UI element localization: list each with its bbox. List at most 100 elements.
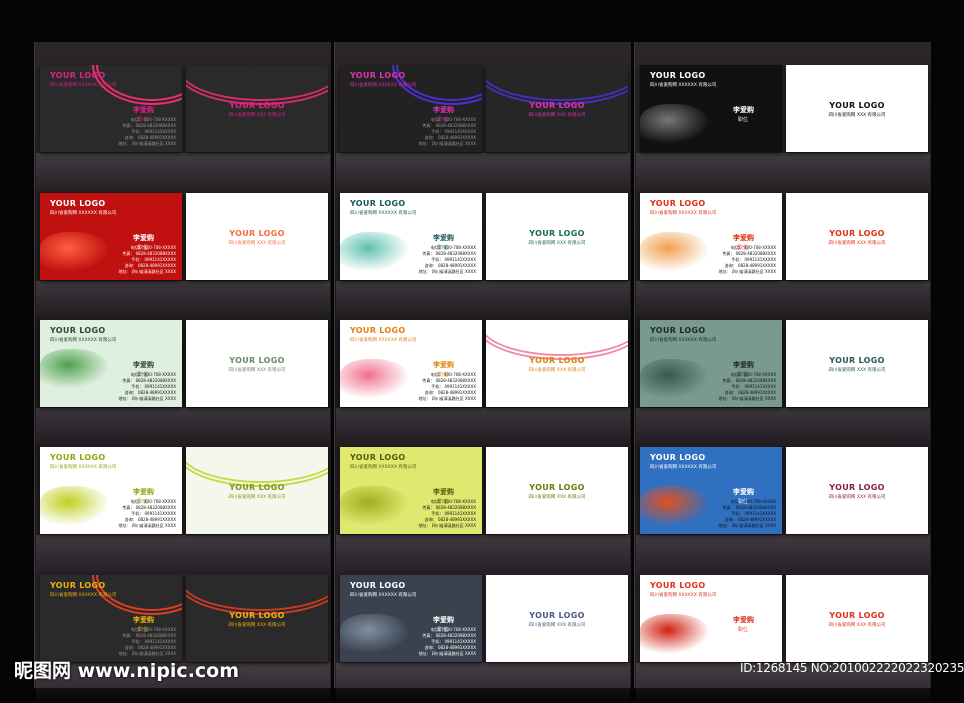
card-front: YOUR LOGO 四川省爱购网 XXXXXX 有限公司 李爱购 职位 电话： 400-… [340,575,482,662]
card-back: YOUR LOGO 四川省爱购网 XXX 有限公司 [786,575,928,662]
card-company: 四川省爱购网 XXXXXX 有限公司 [50,338,117,343]
card-back: YOUR LOGO 四川省爱购网 XXX 有限公司 [186,193,328,280]
card-logo: YOUR LOGO [650,71,706,80]
card-logo: YOUR LOGO [650,326,706,335]
pattern-decoration [186,575,328,615]
image-decoration [640,486,710,526]
card-front: YOUR LOGO 四川省爱购网 XXXXXX 有限公司 李爱购 职位 电话： 400-… [40,65,182,152]
image-decoration [40,349,110,389]
card-company: 四川省爱购网 XXXXXX 有限公司 [350,83,417,88]
image-decoration [340,614,410,654]
reflection [36,153,330,193]
card-logo: YOUR LOGO [350,199,406,208]
reflection [336,663,630,703]
contact-line: 地址： 四川省清溪路社区 XXXX [718,523,776,528]
card-back-logo: YOUR LOGO [229,356,285,365]
card-front: YOUR LOGO 四川省爱购网 XXXXXX 有限公司 李爱购 职位 电话： 400-… [40,575,182,662]
card-name: 李爱购 [133,361,154,369]
card-name: 李爱购 [433,616,454,624]
card-back-logo: YOUR LOGO [229,229,285,238]
card-back-logo: YOUR LOGO [829,356,885,365]
card-back-logo: YOUR LOGO [829,483,885,492]
card-contacts: 电话： 400-708-XXXXX 传真： 0828-4832088XXXX 手机：… [418,117,476,147]
card-company: 四川省爱购网 XXXXXX 有限公司 [50,83,117,88]
card-back-logo: YOUR LOGO [229,101,285,110]
card-company: 四川省爱购网 XXXXXX 有限公司 [650,338,717,343]
card-company: 四川省爱购网 XXXXXX 有限公司 [350,593,417,598]
card-company: 四川省爱购网 XXXXXX 有限公司 [50,593,117,598]
card-back: YOUR LOGO 四川省爱购网 XXX 有限公司 [186,320,328,407]
card-back-company: 四川省爱购网 XXX 有限公司 [228,113,286,118]
card-back-company: 四川省爱购网 XXX 有限公司 [228,623,286,628]
card-logo: YOUR LOGO [350,453,406,462]
card-company: 四川省爱购网 XXXXXX 有限公司 [650,465,717,470]
contact-line: 地址： 四川省清溪路社区 XXXX [718,141,776,146]
card-name: 李爱购 [733,361,754,369]
card-name: 李爱购 [133,488,154,496]
card-back: YOUR LOGO 四川省爱购网 XXX 有限公司 [486,575,628,662]
card-contacts: 电话： 400-708-XXXXX 传真： 0828-4832088XXXX 手机：… [718,627,776,657]
image-decoration [640,359,710,399]
card-company: 四川省爱购网 XXXXXX 有限公司 [50,211,117,216]
card-contacts: 电话： 400-708-XXXXX 传真： 0828-4832088XXXX 手机：… [418,245,476,275]
card-back: YOUR LOGO 四川省爱购网 XXX 有限公司 [786,320,928,407]
contact-line: 地址： 四川省清溪路社区 XXXX [418,269,476,274]
pattern-decoration [186,65,328,105]
card-company: 四川省爱购网 XXXXXX 有限公司 [350,338,417,343]
card-back: YOUR LOGO 四川省爱购网 XXX 有限公司 [186,65,328,152]
card-back: YOUR LOGO 四川省爱购网 XXX 有限公司 [186,447,328,534]
card-front: YOUR LOGO 四川省爱购网 XXXXXX 有限公司 李爱购 职位 电话： 400-… [640,575,782,662]
card-contacts: 电话： 400-708-XXXXX 传真： 0828-4832088XXXX 手机：… [118,372,176,402]
card-contacts: 电话： 400-708-XXXXX 传真： 0828-4832088XXXX 手机：… [718,499,776,529]
contact-line: 地址： 四川省清溪路社区 XXXX [118,523,176,528]
card-name: 李爱购 [733,616,754,624]
card-name: 李爱购 [133,234,154,242]
card-back: YOUR LOGO 四川省爱购网 XXX 有限公司 [786,65,928,152]
card-back: YOUR LOGO 四川省爱购网 XXX 有限公司 [786,447,928,534]
card-front: YOUR LOGO 四川省爱购网 XXXXXX 有限公司 李爱购 职位 电话： 400-… [640,320,782,407]
reflection [36,408,330,448]
card-company: 四川省爱购网 XXXXXX 有限公司 [350,211,417,216]
card-name: 李爱购 [433,361,454,369]
card-back-logo: YOUR LOGO [529,229,585,238]
card-name: 李爱购 [133,616,154,624]
card-logo: YOUR LOGO [350,326,406,335]
image-decoration [340,486,410,526]
card-logo: YOUR LOGO [50,453,106,462]
reflection [36,281,330,321]
card-back: YOUR LOGO 四川省爱购网 XXX 有限公司 [486,320,628,407]
contact-line: 地址： 四川省清溪路社区 XXXX [418,141,476,146]
card-front: YOUR LOGO 四川省爱购网 XXXXXX 有限公司 李爱购 职位 电话： 400-… [640,447,782,534]
card-back-logo: YOUR LOGO [529,356,585,365]
card-back-company: 四川省爱购网 XXX 有限公司 [528,495,586,500]
reflection [636,153,930,193]
card-name: 李爱购 [433,106,454,114]
card-contacts: 电话： 400-708-XXXXX 传真： 0828-4832088XXXX 手机：… [418,499,476,529]
pattern-decoration [486,65,628,105]
card-contacts: 电话： 400-708-XXXXX 传真： 0828-4832088XXXX 手机：… [418,627,476,657]
card-company: 四川省爱购网 XXXXXX 有限公司 [350,465,417,470]
card-back-logo: YOUR LOGO [829,611,885,620]
card-back-company: 四川省爱购网 XXX 有限公司 [828,113,886,118]
card-name: 李爱购 [733,106,754,114]
card-back-logo: YOUR LOGO [529,101,585,110]
card-back-company: 四川省爱购网 XXX 有限公司 [528,113,586,118]
reflection [636,408,930,448]
card-front: YOUR LOGO 四川省爱购网 XXXXXX 有限公司 李爱购 职位 电话： 400-… [640,65,782,152]
contact-line: 地址： 四川省清溪路社区 XXXX [718,269,776,274]
card-logo: YOUR LOGO [350,71,406,80]
pattern-decoration [486,320,628,360]
reflection [336,281,630,321]
reflection [636,535,930,575]
card-back-logo: YOUR LOGO [229,483,285,492]
card-back-company: 四川省爱购网 XXX 有限公司 [228,241,286,246]
contact-line: 地址： 四川省清溪路社区 XXXX [118,396,176,401]
contact-line: 地址： 四川省清溪路社区 XXXX [118,269,176,274]
card-logo: YOUR LOGO [50,71,106,80]
contact-line: 地址： 四川省清溪路社区 XXXX [418,523,476,528]
card-back-company: 四川省爱购网 XXX 有限公司 [828,623,886,628]
card-back-logo: YOUR LOGO [829,229,885,238]
pattern-decoration [186,447,328,487]
image-decoration [640,232,710,272]
card-back-company: 四川省爱购网 XXX 有限公司 [528,623,586,628]
